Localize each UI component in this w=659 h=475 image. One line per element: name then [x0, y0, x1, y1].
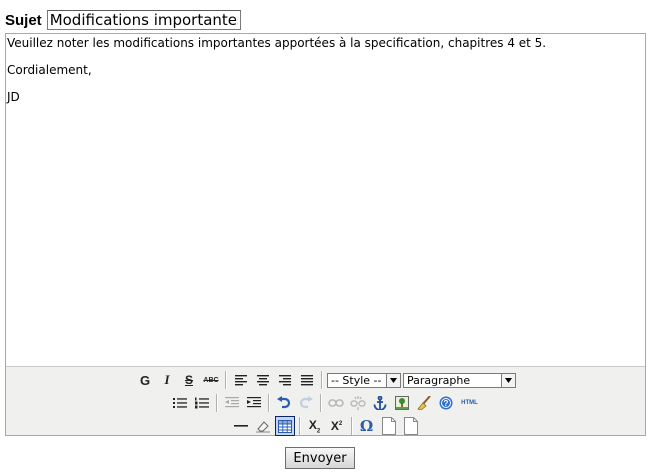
toolbar-separator	[321, 371, 323, 389]
cleanup-button[interactable]	[414, 393, 434, 413]
toolbar-separator	[319, 394, 322, 412]
toolbar-separator	[298, 417, 301, 435]
help-icon: ?	[439, 396, 452, 410]
align-center-icon	[257, 375, 269, 386]
table-icon	[277, 419, 292, 433]
redo-button[interactable]	[296, 393, 316, 413]
superscript-button[interactable]: X2	[327, 416, 347, 436]
superscript-icon: X2	[331, 419, 342, 433]
eraser-icon	[255, 421, 270, 433]
send-button[interactable]: Envoyer	[285, 447, 355, 469]
html-source-button[interactable]: HTML	[458, 393, 482, 413]
redo-icon	[299, 396, 313, 409]
format-select-value: Paragraphe	[407, 373, 471, 387]
toolbar-row-3: X2 X2 Ω	[6, 415, 645, 437]
strikethrough-button[interactable]: S	[179, 370, 199, 390]
align-center-button[interactable]	[253, 370, 273, 390]
horizontal-rule-button[interactable]	[231, 416, 251, 436]
style-select[interactable]: -- Style --	[327, 372, 401, 388]
superscript-icon-mark: 2	[338, 421, 343, 427]
subscript-button[interactable]: X2	[305, 416, 325, 436]
align-justify-button[interactable]	[297, 370, 317, 390]
chevron-down-icon	[501, 373, 515, 387]
italic-icon: I	[164, 372, 170, 387]
format-select[interactable]: Paragraphe	[403, 372, 516, 388]
link-icon	[327, 399, 344, 407]
chevron-down-icon	[386, 373, 400, 387]
bold-button[interactable]: G	[135, 370, 155, 390]
strikethrough-icon: S	[184, 373, 193, 387]
image-icon	[394, 396, 409, 410]
anchor-button[interactable]	[370, 393, 390, 413]
outdent-button[interactable]	[222, 393, 242, 413]
outdent-icon	[224, 397, 239, 408]
editor-content-area[interactable]: Veuillez noter les modifications importa…	[6, 34, 645, 366]
align-left-icon	[235, 375, 247, 386]
toolbar-separator	[350, 417, 353, 435]
align-right-icon	[279, 375, 291, 386]
subject-input[interactable]	[46, 10, 241, 30]
eraser-button[interactable]	[253, 416, 273, 436]
editor-line: JD	[7, 90, 20, 104]
undo-icon	[276, 396, 290, 409]
toolbar-separator	[225, 371, 227, 389]
paste-text-button[interactable]	[401, 416, 421, 436]
html-icon: HTML	[461, 400, 478, 406]
bulleted-list-button[interactable]	[170, 393, 190, 413]
bulleted-list-icon	[172, 398, 187, 408]
spellcheck-icon: ABC	[203, 376, 219, 384]
toolbar-separator	[215, 394, 218, 412]
help-button[interactable]: ?	[436, 393, 456, 413]
spellcheck-button[interactable]: ABC	[201, 370, 221, 390]
paste-text-icon	[403, 417, 418, 435]
subscript-icon: X2	[309, 418, 320, 434]
table-button[interactable]	[274, 416, 295, 436]
indent-button[interactable]	[244, 393, 264, 413]
undo-button[interactable]	[274, 393, 294, 413]
editor-toolbar: G I S ABC -- Style -- Paragraphe ? HTML …	[6, 366, 645, 437]
cleanup-icon	[416, 396, 431, 410]
indent-icon	[246, 397, 261, 408]
toolbar-row-1: G I S ABC -- Style -- Paragraphe	[6, 369, 645, 391]
unlink-icon	[349, 396, 366, 410]
rich-text-editor: Veuillez noter les modifications importa…	[5, 33, 646, 436]
special-char-icon: Ω	[359, 417, 374, 435]
toolbar-row-2: ? HTML	[6, 392, 645, 414]
unlink-button[interactable]	[348, 393, 368, 413]
align-justify-icon	[301, 375, 313, 386]
bold-icon: G	[139, 372, 151, 388]
editor-line: Veuillez noter les modifications importa…	[7, 36, 547, 50]
link-button[interactable]	[326, 393, 346, 413]
numbered-list-icon	[194, 397, 209, 409]
new-document-icon	[381, 417, 396, 435]
image-button[interactable]	[392, 393, 412, 413]
svg-text:?: ?	[443, 399, 448, 408]
style-select-value: -- Style --	[331, 373, 382, 387]
numbered-list-button[interactable]	[192, 393, 212, 413]
align-left-button[interactable]	[231, 370, 251, 390]
align-right-button[interactable]	[275, 370, 295, 390]
editor-line: Cordialement,	[7, 63, 92, 77]
horizontal-rule-icon	[233, 425, 248, 427]
italic-button[interactable]: I	[157, 370, 177, 390]
anchor-icon	[373, 396, 386, 410]
subscript-icon-mark: 2	[316, 428, 321, 435]
subject-label: Sujet	[5, 11, 42, 29]
subject-row: Sujet	[5, 9, 241, 31]
special-char-button[interactable]: Ω	[357, 416, 377, 436]
toolbar-separator	[267, 394, 270, 412]
superscript-icon-x: X	[330, 419, 339, 433]
subscript-icon-x: X	[308, 417, 317, 432]
new-document-button[interactable]	[379, 416, 399, 436]
